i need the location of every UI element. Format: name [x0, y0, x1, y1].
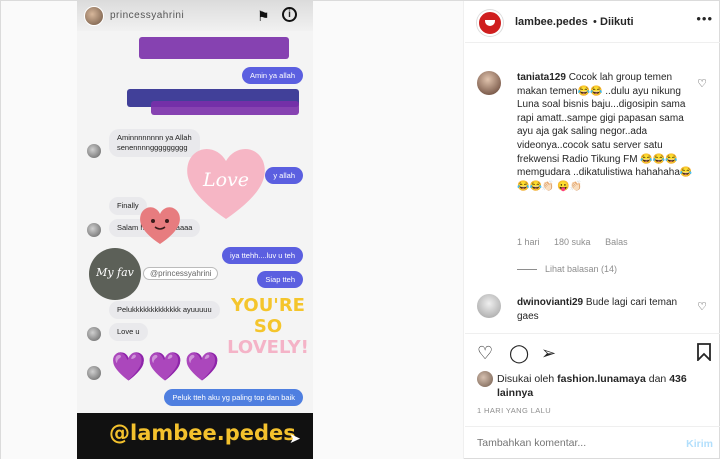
lovely-line: YOU'RE [231, 295, 305, 316]
post-header: lambee.pedes • Diikuti ••• [465, 1, 720, 43]
share-send-icon[interactable]: ➢ [541, 343, 556, 363]
handle-watermark: @lambee.pedes [109, 421, 296, 445]
comment-username[interactable]: dwinovianti29 [517, 297, 583, 308]
flag-icon: ⚑ [257, 8, 270, 24]
post-frame: princessyahrini ⚑ i Amin ya allah Aminnn… [0, 0, 720, 459]
comments-list[interactable]: taniata129 Cocok lah group temen makan t… [465, 43, 720, 333]
send-icon: ➤ [289, 430, 301, 446]
comment-item: taniata129 Cocok lah group temen makan t… [517, 71, 693, 193]
replies-divider [517, 269, 537, 271]
story-header: princessyahrini ⚑ i [77, 1, 313, 31]
comment-like-heart-icon[interactable]: ♡ [697, 300, 707, 313]
censor-scribble [139, 37, 289, 59]
save-bookmark-icon[interactable] [697, 343, 711, 365]
info-icon: i [282, 7, 297, 22]
commenter-avatar[interactable] [477, 294, 501, 318]
message-bubble: iya ttehh....luv u teh [221, 247, 303, 264]
likes-middle: dan [648, 373, 667, 385]
comment-username[interactable]: taniata129 [517, 72, 566, 83]
my-fav-sticker: My fav [89, 248, 141, 300]
comment-like-heart-icon[interactable]: ♡ [697, 77, 707, 90]
sender-avatar [87, 223, 101, 237]
sender-avatar [87, 144, 101, 158]
censor-scribble [151, 101, 299, 115]
commenter-avatar[interactable] [477, 71, 501, 95]
comment-bubble-icon[interactable]: ◯ [509, 343, 529, 363]
comment-item: dwinovianti29 Bude lagi cari teman gaes [517, 296, 693, 323]
reply-button[interactable]: Balas [605, 237, 628, 247]
story-screenshot: princessyahrini ⚑ i Amin ya allah Aminnn… [77, 1, 313, 459]
post-timestamp[interactable]: 1 HARI YANG LALU [477, 406, 551, 415]
comment-body: Cocok lah group temen makan temen😂😂 ..du… [517, 72, 693, 192]
story-avatar [84, 6, 104, 26]
lovely-line: SO [253, 316, 283, 337]
mention-sticker: @princessyahrini [143, 267, 219, 280]
view-replies-button[interactable]: Lihat balasan (14) [517, 264, 617, 274]
likes-prefix: Disukai oleh [497, 373, 555, 385]
love-sticker-text: Love [203, 169, 250, 191]
story-username: princessyahrini [110, 10, 185, 21]
smiling-heart-sticker [140, 207, 180, 244]
view-replies-label: Lihat balasan (14) [545, 264, 618, 274]
comment-like-count[interactable]: 180 suka [554, 237, 591, 247]
message-bubble: Peluk tteh aku yg paling top dan baik [164, 389, 303, 406]
account-avatar[interactable] [477, 10, 503, 36]
sender-avatar [87, 366, 101, 380]
comment-meta: 1 hari 180 suka Balas [517, 237, 640, 247]
purple-hearts-emoji: 💜💜💜 [111, 351, 222, 382]
add-comment-bar: Kirim [465, 426, 720, 459]
more-options-icon[interactable]: ••• [696, 11, 713, 26]
comment-input[interactable] [477, 437, 657, 449]
sender-avatar [87, 327, 101, 341]
account-username[interactable]: lambee.pedes [515, 16, 588, 28]
message-bubble: Siap tteh [257, 271, 303, 288]
liker-username[interactable]: fashion.lunamaya [557, 373, 646, 385]
message-bubble: Amin ya allah [241, 67, 303, 84]
likes-summary: Disukai oleh fashion.lunamaya dan 436 la… [465, 369, 720, 403]
message-bubble: Pelukkkkkkkkkkkkk ayuuuuu [109, 301, 220, 319]
like-heart-icon[interactable]: ♡ [477, 343, 493, 363]
liker-avatar[interactable] [477, 371, 493, 387]
youre-so-lovely-sticker: YOU'RE SO LOVELY! [227, 295, 309, 358]
post-comment-button[interactable]: Kirim [686, 438, 713, 450]
media-panel: princessyahrini ⚑ i Amin ya allah Aminnn… [1, 1, 464, 459]
comment-time[interactable]: 1 hari [517, 237, 540, 247]
separator-dot: • [593, 16, 597, 28]
lovely-line: LOVELY! [227, 337, 309, 358]
follow-status-button[interactable]: Diikuti [600, 16, 634, 28]
story-footer: @lambee.pedes ➤ [77, 413, 313, 459]
post-actions: ♡ ◯ ➢ [465, 333, 720, 371]
likes-text: Disukai oleh fashion.lunamaya dan 436 la… [497, 372, 707, 400]
message-bubble: Love u [109, 323, 148, 341]
